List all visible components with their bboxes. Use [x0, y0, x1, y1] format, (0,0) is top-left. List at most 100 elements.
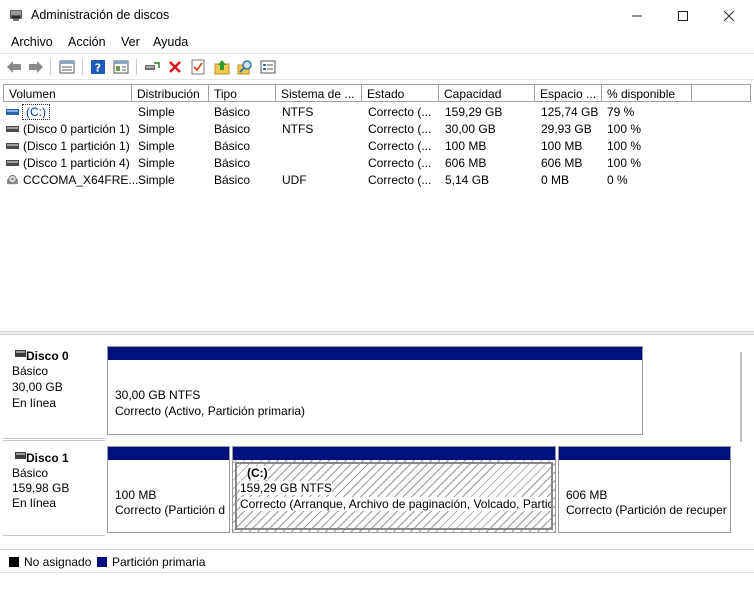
disk-map-scrollbar[interactable] — [740, 352, 742, 442]
col-tipo[interactable]: Tipo — [209, 84, 276, 102]
menu-accion[interactable]: Acción — [68, 35, 106, 49]
svg-text:?: ? — [95, 62, 101, 75]
search-button[interactable] — [236, 58, 254, 76]
menu-bar: Archivo Acción Ver Ayuda — [0, 31, 754, 53]
legend-label-primary: Partición primaria — [112, 555, 206, 569]
disk-size: 159,98 GB — [12, 481, 70, 495]
cell-type: Básico — [214, 139, 251, 153]
delete-button[interactable] — [166, 58, 184, 76]
connect-disk-button[interactable] — [143, 58, 161, 76]
cell-type: Básico — [214, 173, 251, 187]
back-button[interactable] — [5, 58, 23, 76]
disk-type: Básico — [12, 364, 49, 378]
minimize-button[interactable] — [614, 0, 660, 31]
volume-icon — [6, 143, 19, 149]
disk-icon — [15, 350, 26, 357]
partition-disk1-1[interactable]: 100 MB Correcto (Partición d — [107, 446, 230, 533]
cell-status: Correcto (... — [368, 156, 432, 170]
volume-icon — [6, 160, 19, 166]
check-button[interactable] — [189, 58, 207, 76]
cell-type: Básico — [214, 156, 251, 170]
cell-pct: 0 % — [607, 173, 628, 187]
cell-volume: CCCOMA_X64FRE... — [23, 173, 139, 187]
cell-status: Correcto (... — [368, 105, 432, 119]
cell-pct: 100 % — [607, 156, 642, 170]
list-view-icon — [59, 60, 75, 74]
cell-volume: (Disco 1 partición 1) — [23, 139, 130, 153]
disk-label-0[interactable]: Disco 0 Básico 30,00 GB En línea — [3, 339, 105, 439]
table-row[interactable]: (C:) Simple Básico NTFS Correcto (... 15… — [3, 104, 754, 121]
menu-ver[interactable]: Ver — [121, 35, 140, 49]
col-estado[interactable]: Estado — [362, 84, 439, 102]
col-volumen[interactable]: Volumen — [3, 84, 132, 102]
partition-size: 159,29 GB NTFS — [240, 481, 333, 495]
partition-disk0-1[interactable]: 30,00 GB NTFS Correcto (Activo, Partició… — [107, 346, 643, 435]
volume-table: Volumen Distribución Tipo Sistema de ...… — [3, 84, 754, 330]
cell-type: Básico — [214, 122, 251, 136]
menu-ayuda[interactable]: Ayuda — [153, 35, 188, 49]
up-folder-button[interactable] — [213, 58, 231, 76]
legend-swatch-primary — [97, 557, 107, 567]
list-view-button[interactable] — [58, 58, 76, 76]
selection-frame — [235, 462, 553, 530]
cell-free: 125,74 GB — [541, 105, 599, 119]
cell-type: Básico — [214, 105, 251, 119]
table-row[interactable]: CCCOMA_X64FRE... Simple Básico UDF Corre… — [3, 172, 754, 189]
cell-fs: UDF — [282, 173, 307, 187]
col-porcentaje-disponible[interactable]: % disponible — [602, 84, 692, 102]
disk-label-1[interactable]: Disco 1 Básico 159,98 GB En línea — [3, 440, 105, 536]
pane-splitter[interactable] — [0, 331, 754, 335]
col-sistema-archivos[interactable]: Sistema de ... — [276, 84, 362, 102]
disk-type: Básico — [12, 466, 49, 480]
cell-layout: Simple — [138, 105, 175, 119]
volume-icon — [6, 109, 19, 115]
cell-fs: NTFS — [282, 122, 314, 136]
legend: No asignado Partición primaria — [0, 549, 754, 571]
check-icon — [191, 59, 205, 75]
cell-free: 29,93 GB — [541, 122, 592, 136]
maximize-button[interactable] — [660, 0, 706, 31]
help-icon: ? — [91, 60, 105, 75]
close-button[interactable] — [706, 0, 752, 31]
table-row[interactable]: (Disco 1 partición 4) Simple Básico Corr… — [3, 155, 754, 172]
cell-pct: 100 % — [607, 139, 642, 153]
cell-status: Correcto (... — [368, 139, 432, 153]
table-row[interactable]: (Disco 0 partición 1) Simple Básico NTFS… — [3, 121, 754, 138]
cell-layout: Simple — [138, 156, 175, 170]
title-bar: Administración de discos — [0, 0, 754, 31]
forward-arrow-icon — [29, 61, 43, 73]
menu-archivo[interactable]: Archivo — [11, 35, 53, 49]
cell-status: Correcto (... — [368, 173, 432, 187]
console-button[interactable] — [259, 58, 277, 76]
partition-disk1-c[interactable]: (C:) 159,29 GB NTFS Correcto (Arranque, … — [232, 446, 556, 533]
cell-free: 0 MB — [541, 173, 570, 187]
status-bar — [0, 572, 754, 597]
partition-size: 100 MB — [115, 488, 157, 502]
cell-volume: (Disco 0 partición 1) — [23, 122, 130, 136]
col-espacio-libre[interactable]: Espacio ... — [535, 84, 602, 102]
disk-state: En línea — [12, 396, 57, 410]
col-capacidad[interactable]: Capacidad — [439, 84, 535, 102]
forward-button[interactable] — [27, 58, 45, 76]
disk-name: Disco 0 — [26, 349, 69, 363]
partition-bar — [559, 447, 730, 460]
cell-volume: (C:) — [22, 104, 50, 120]
legend-label-unallocated: No asignado — [24, 555, 92, 569]
table-row[interactable]: (Disco 1 partición 1) Simple Básico Corr… — [3, 138, 754, 155]
help-button[interactable]: ? — [89, 58, 107, 76]
partition-bar — [233, 447, 555, 460]
search-icon — [237, 60, 252, 75]
partition-status: Correcto (Partición de recuper — [566, 503, 727, 517]
close-icon — [723, 10, 735, 21]
minimize-icon — [632, 15, 642, 16]
toolbar: ? — [0, 53, 754, 80]
properties-view-icon — [113, 60, 129, 74]
col-distribucion[interactable]: Distribución — [132, 84, 209, 102]
back-arrow-icon — [7, 61, 21, 73]
col-empty — [692, 84, 751, 102]
partition-disk1-4[interactable]: 606 MB Correcto (Partición de recuper — [558, 446, 731, 533]
properties-view-button[interactable] — [112, 58, 130, 76]
cell-layout: Simple — [138, 173, 175, 187]
partition-bar — [108, 347, 642, 360]
partition-status: Correcto (Arranque, Archivo de paginació… — [240, 497, 551, 511]
